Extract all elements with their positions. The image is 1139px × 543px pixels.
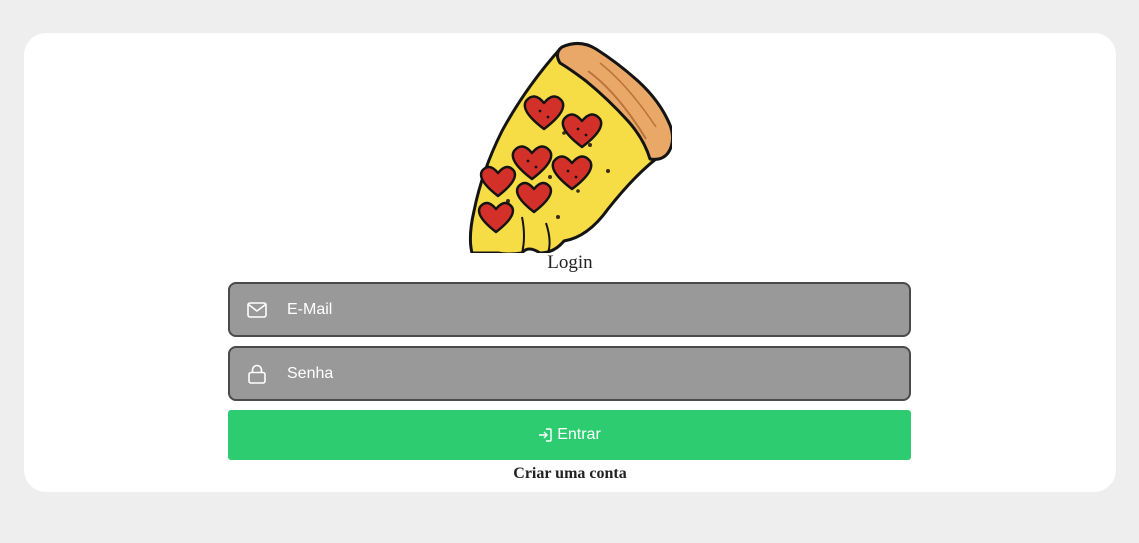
page-title: Login [547, 252, 593, 273]
login-button-label: Entrar [557, 426, 601, 443]
email-input[interactable] [287, 284, 909, 335]
pizza-slice-icon [468, 42, 672, 253]
email-field[interactable] [228, 282, 911, 337]
lock-icon [247, 364, 267, 384]
envelope-icon [247, 300, 267, 320]
log-in-icon [538, 428, 552, 442]
login-card: Login Entrar Criar uma conta [24, 33, 1116, 492]
create-account-link[interactable]: Criar uma conta [24, 465, 1116, 483]
login-button[interactable]: Entrar [228, 410, 911, 460]
password-field[interactable] [228, 346, 911, 401]
password-input[interactable] [287, 348, 909, 399]
